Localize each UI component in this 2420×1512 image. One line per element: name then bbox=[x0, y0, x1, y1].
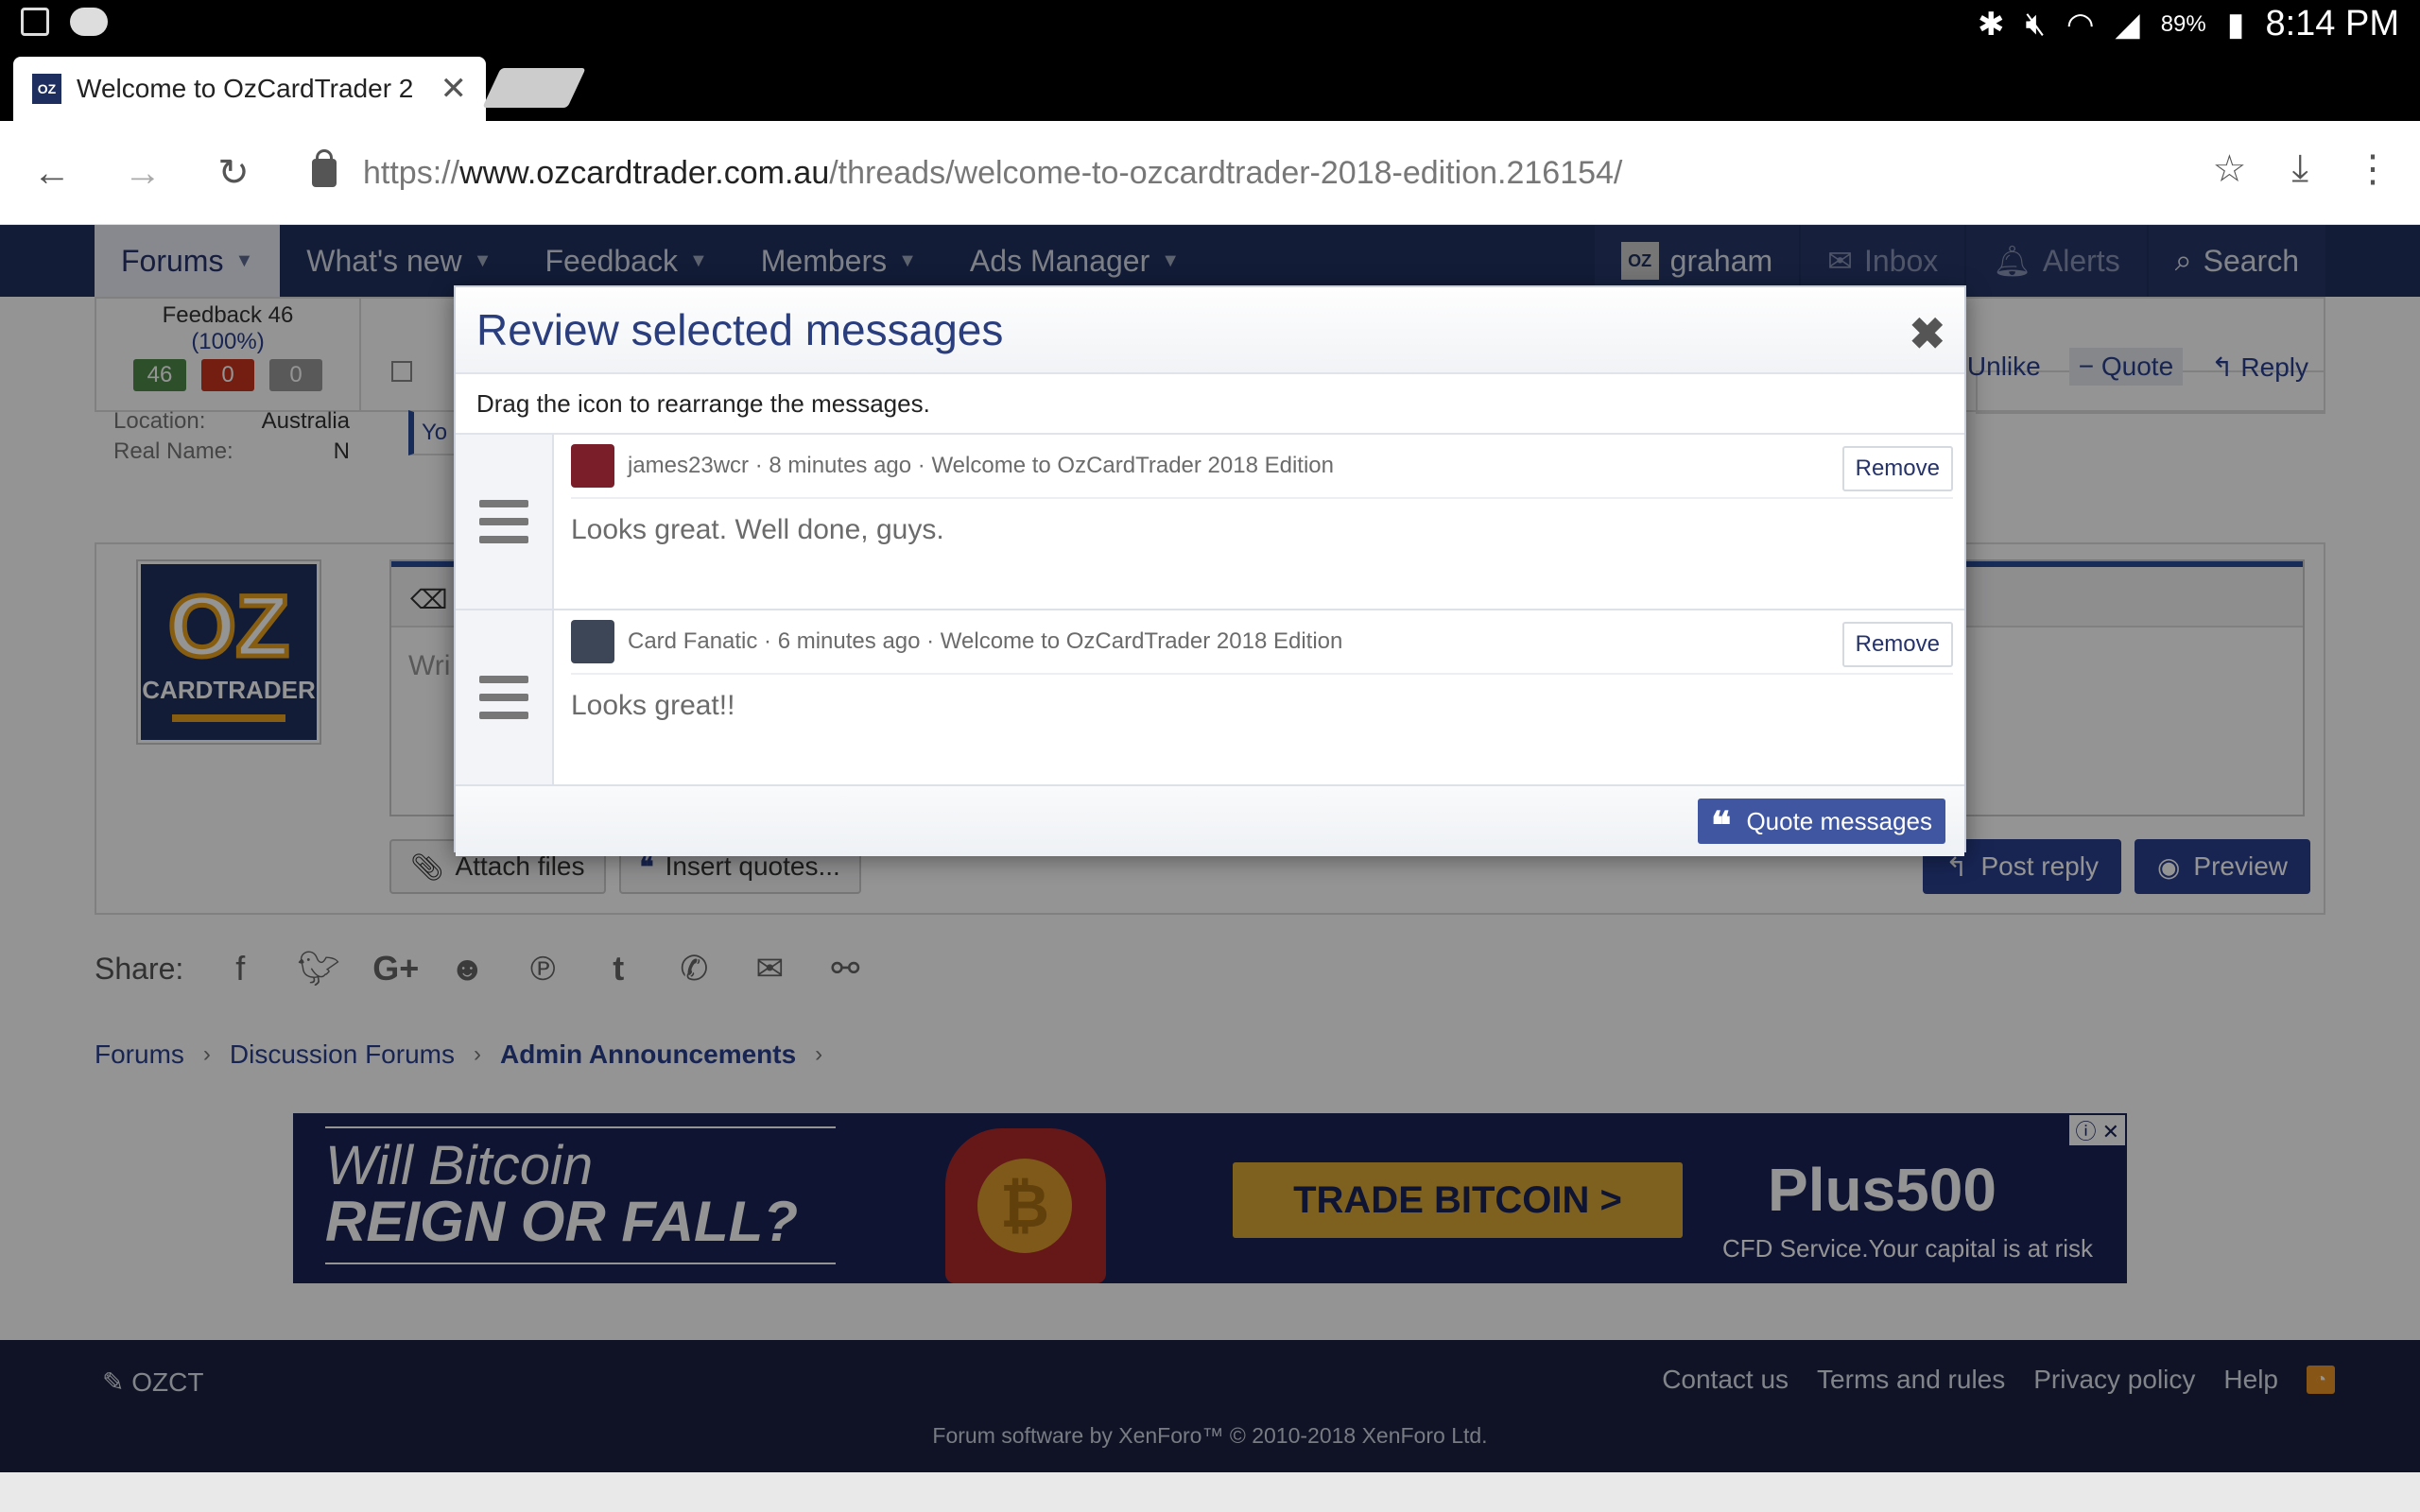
message-meta: Card Fanatic · 6 minutes ago · Welcome t… bbox=[628, 628, 1343, 654]
battery-icon: ▮ bbox=[2226, 6, 2245, 43]
selected-message: Card Fanatic · 6 minutes ago · Welcome t… bbox=[456, 610, 1964, 786]
avatar bbox=[571, 620, 614, 663]
cloud-notification-icon bbox=[70, 8, 108, 36]
clock: 8:14 PM bbox=[2265, 4, 2399, 43]
browser-tab-strip: OZ Welcome to OzCardTrader 2 ✕ bbox=[0, 45, 2420, 121]
bottom-strip bbox=[0, 1472, 2420, 1512]
close-icon[interactable]: ✖ bbox=[1909, 308, 1945, 359]
url-bar[interactable]: https://www.ozcardtrader.com.au/threads/… bbox=[284, 134, 2335, 212]
forward-icon[interactable]: → bbox=[117, 147, 168, 198]
battery-percent: 89% bbox=[2160, 10, 2206, 37]
drag-handle-icon bbox=[479, 500, 528, 543]
selected-message: james23wcr · 8 minutes ago · Welcome to … bbox=[456, 435, 1964, 610]
drag-handle[interactable] bbox=[456, 435, 554, 609]
status-bar: ✱ 🔇︎ ◠ ◢ 89% ▮ 8:14 PM bbox=[0, 0, 2420, 45]
message-text: Looks great. Well done, guys. bbox=[571, 514, 944, 545]
url-path: /threads/welcome-to-ozcardtrader-2018-ed… bbox=[829, 154, 1623, 191]
lock-icon bbox=[312, 149, 337, 187]
modal-footer: ❝ Quote messages bbox=[456, 786, 1964, 856]
modal-description: Drag the icon to rearrange the messages. bbox=[456, 374, 1964, 435]
browser-toolbar: ← → ↻ https://www.ozcardtrader.com.au/th… bbox=[0, 121, 2420, 225]
notification-icons bbox=[21, 8, 108, 36]
message-text: Looks great!! bbox=[571, 690, 735, 721]
reload-icon[interactable]: ↻ bbox=[208, 147, 259, 198]
bluetooth-icon: ✱ bbox=[1977, 6, 2005, 43]
quote-messages-label: Quote messages bbox=[1746, 806, 1932, 835]
remove-button[interactable]: Remove bbox=[1841, 446, 1953, 491]
wifi-icon: ◠ bbox=[2066, 6, 2095, 43]
mute-icon: 🔇︎ bbox=[2025, 6, 2046, 42]
more-menu-icon[interactable]: ⋮ bbox=[2354, 147, 2392, 191]
signal-icon: ◢ bbox=[2115, 6, 2140, 43]
bookmark-star-icon[interactable]: ☆ bbox=[2212, 147, 2246, 191]
quote-messages-button[interactable]: ❝ Quote messages bbox=[1697, 799, 1945, 847]
drag-handle-icon bbox=[479, 676, 528, 719]
quote-icon: ❝ bbox=[1710, 805, 1732, 847]
message-meta: james23wcr · 8 minutes ago · Welcome to … bbox=[628, 453, 1334, 478]
favicon-icon: OZ bbox=[32, 74, 62, 104]
modal-title: Review selected messages bbox=[476, 305, 1004, 354]
url-scheme: https:// bbox=[363, 154, 460, 191]
modal-header: Review selected messages ✖ bbox=[456, 287, 1964, 374]
browser-tab[interactable]: OZ Welcome to OzCardTrader 2 ✕ bbox=[13, 57, 486, 121]
image-notification-icon bbox=[21, 8, 49, 36]
avatar bbox=[571, 444, 614, 488]
remove-button[interactable]: Remove bbox=[1841, 622, 1953, 667]
tab-title: Welcome to OzCardTrader 2 bbox=[77, 74, 414, 103]
url-host: www.ozcardtrader.com.au bbox=[459, 154, 830, 191]
new-tab-button[interactable] bbox=[482, 68, 586, 108]
drag-handle[interactable] bbox=[456, 610, 554, 784]
download-icon[interactable]: ⤓ bbox=[2291, 147, 2308, 191]
back-icon[interactable]: ← bbox=[26, 147, 78, 198]
review-messages-modal: Review selected messages ✖ Drag the icon… bbox=[454, 285, 1966, 856]
close-tab-icon[interactable]: ✕ bbox=[441, 70, 468, 108]
